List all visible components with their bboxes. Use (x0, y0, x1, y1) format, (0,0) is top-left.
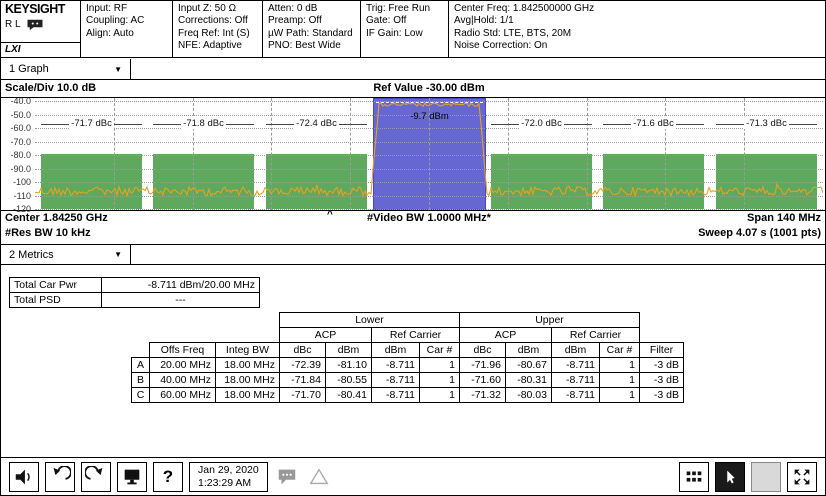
header-atten-settings[interactable]: Atten: 0 dB Preamp: Off µW Path: Standar… (263, 1, 361, 57)
expand-arrows-icon (791, 466, 813, 488)
status-header: KEYSIGHT R L LXI Input: RF Coupling: AC … (1, 1, 825, 58)
lxi-logo: LXI (5, 44, 21, 55)
span-label: Span 140 MHz (747, 212, 821, 224)
blank-button[interactable] (751, 462, 781, 492)
time-label: 1:23:29 AM (198, 477, 259, 490)
table-row-offset-c: C 60.00 MHz 18.00 MHz -71.70 -80.41 -8.7… (132, 388, 684, 403)
metrics-selector-dropdown[interactable]: 2 Metrics ▼ (1, 245, 131, 264)
analyzer-screen: KEYSIGHT R L LXI Input: RF Coupling: AC … (0, 0, 826, 496)
scale-row: Scale/Div 10.0 dB Ref Value -30.00 dBm (1, 81, 825, 97)
ref-dbm-header: dBm (552, 343, 600, 358)
acp-offset-label: -71.3 dBc (716, 118, 817, 129)
ref-value-label: Ref Value -30.00 dBm (35, 82, 823, 94)
fullscreen-button[interactable] (787, 462, 817, 492)
acp-offset-label: -72.4 dBc (266, 118, 367, 129)
acp-offset-label: -71.8 dBc (153, 118, 254, 129)
y-axis-labels: -40.0 -50.0 -60.0 -70.0 -80.0 -90.0 -100… (1, 98, 33, 210)
help-button[interactable]: ? (153, 462, 183, 492)
total-psd-label: Total PSD (10, 293, 102, 308)
plot-footer-row2: #Res BW 10 kHz Sweep 4.07 s (1001 pts) (1, 227, 825, 242)
video-bw-label: #Video BW 1.0000 MHz* (35, 212, 823, 224)
spectrum-plot[interactable]: -71.7 dBc -71.8 dBc -72.4 dBc -9.7 dBm -… (35, 98, 823, 210)
remote-listen-indicators: R L (5, 19, 21, 31)
system-message-indicator[interactable] (274, 464, 300, 490)
apps-grid-icon (683, 466, 705, 488)
graph-window-bar: 1 Graph ▼ (1, 59, 825, 80)
datetime-display[interactable]: Jan 29, 2020 1:23:29 AM (189, 462, 268, 492)
total-car-pwr-value: -8.711 dBm/20.00 MHz (102, 278, 260, 293)
total-psd-value: --- (102, 293, 260, 308)
acp-results-table: Lower Upper ACP Ref Carrier ACP Ref Carr… (131, 312, 684, 403)
total-car-pwr-label: Total Car Pwr (10, 278, 102, 293)
dropdown-caret-icon: ▼ (114, 65, 122, 74)
lower-ref-carrier-header: Ref Carrier (372, 328, 460, 343)
ref-dbm-header: dBm (372, 343, 420, 358)
apps-grid-button[interactable] (679, 462, 709, 492)
res-bw-label: #Res BW 10 kHz (5, 227, 91, 239)
spectrum-plot-band: -40.0 -50.0 -60.0 -70.0 -80.0 -90.0 -100… (1, 97, 825, 211)
carrier-power-line (376, 102, 483, 103)
warning-triangle-icon (308, 466, 330, 488)
dbc-header: dBc (280, 343, 326, 358)
car-header: Car # (600, 343, 640, 358)
sweep-label: Sweep 4.07 s (1001 pts) (698, 227, 821, 239)
table-header-row: Lower Upper (132, 313, 684, 328)
header-trigger-settings[interactable]: Trig: Free Run Gate: Off IF Gain: Low (361, 1, 449, 57)
upper-group-header: Upper (460, 313, 640, 328)
redo-button[interactable] (81, 462, 111, 492)
table-header-row: ACP Ref Carrier ACP Ref Carrier (132, 328, 684, 343)
acp-offset-label: -71.6 dBc (603, 118, 704, 129)
dbm-header: dBm (506, 343, 552, 358)
table-row-offset-a: A 20.00 MHz 18.00 MHz -72.39 -81.10 -8.7… (132, 358, 684, 373)
touch-toggle-button[interactable] (715, 462, 745, 492)
integ-bw-header: Integ BW (216, 343, 280, 358)
graph-selector-dropdown[interactable]: 1 Graph ▼ (1, 59, 131, 79)
header-impedance-settings[interactable]: Input Z: 50 Ω Corrections: Off Freq Ref:… (173, 1, 263, 57)
plot-footer-row1: Center 1.84250 GHz #Video BW 1.0000 MHz*… (1, 212, 825, 227)
screen-capture-button[interactable] (117, 462, 147, 492)
offs-freq-header: Offs Freq (150, 343, 216, 358)
upper-ref-carrier-header: Ref Carrier (552, 328, 640, 343)
upper-acp-header: ACP (460, 328, 552, 343)
dbm-header: dBm (326, 343, 372, 358)
dropdown-caret-icon: ▼ (114, 250, 122, 259)
metrics-window-bar: 2 Metrics ▼ (1, 244, 825, 265)
header-input-settings[interactable]: Input: RF Coupling: AC Align: Auto (81, 1, 173, 57)
message-bubble-icon (26, 19, 44, 31)
table-row: Total Car Pwr -8.711 dBm/20.00 MHz (10, 278, 260, 293)
screen-capture-icon (121, 466, 143, 488)
warning-indicator[interactable] (306, 464, 332, 490)
mute-speaker-button[interactable] (9, 462, 39, 492)
carrier-power-label: -9.7 dBm (373, 111, 486, 122)
help-label: ? (163, 467, 173, 487)
table-row-offset-b: B 40.00 MHz 18.00 MHz -71.84 -80.55 -8.7… (132, 373, 684, 388)
message-bubble-icon (276, 466, 298, 488)
bottom-toolbar: ? Jan 29, 2020 1:23:29 AM (1, 457, 825, 495)
undo-button[interactable] (45, 462, 75, 492)
brand-cell: KEYSIGHT R L LXI (1, 1, 81, 57)
speaker-icon (13, 466, 35, 488)
dbc-header: dBc (460, 343, 506, 358)
undo-icon (49, 466, 71, 488)
filter-header: Filter (640, 343, 684, 358)
car-header: Car # (420, 343, 460, 358)
lower-group-header: Lower (280, 313, 460, 328)
acp-offset-label: -72.0 dBc (491, 118, 592, 129)
table-row: Total PSD --- (10, 293, 260, 308)
lower-acp-header: ACP (280, 328, 372, 343)
touch-pointer-icon (719, 466, 741, 488)
date-label: Jan 29, 2020 (198, 464, 259, 477)
carrier-power-summary-table: Total Car Pwr -8.711 dBm/20.00 MHz Total… (9, 277, 260, 308)
table-header-row: Offs Freq Integ BW dBc dBm dBm Car # dBc… (132, 343, 684, 358)
trace-marker-caret: ^ (327, 209, 333, 220)
acp-offset-label: -71.7 dBc (41, 118, 142, 129)
header-freq-settings[interactable]: Center Freq: 1.842500000 GHz Avg|Hold: 1… (449, 1, 825, 57)
keysight-logo: KEYSIGHT (5, 3, 76, 15)
redo-icon (85, 466, 107, 488)
